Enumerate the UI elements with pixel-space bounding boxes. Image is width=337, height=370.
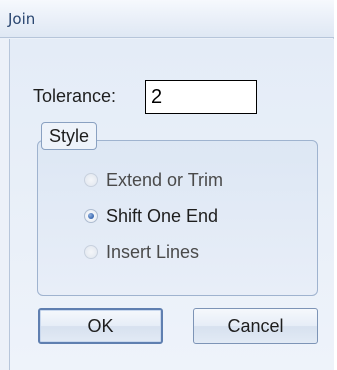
window-title: Join: [8, 10, 36, 28]
radio-label-insert-lines: Insert Lines: [106, 241, 200, 262]
cancel-button[interactable]: Cancel: [193, 308, 318, 344]
radio-label-shift-one-end: Shift One End: [106, 205, 219, 226]
tolerance-label: Tolerance:: [33, 86, 117, 106]
join-dialog: Join Tolerance: Style Extend or Trim Shi…: [0, 0, 334, 370]
radio-button-selected-icon[interactable]: [84, 209, 98, 223]
title-bar[interactable]: Join: [0, 0, 334, 38]
radio-label-extend-or-trim: Extend or Trim: [106, 169, 224, 190]
style-group-legend: Style: [41, 122, 98, 150]
radio-button-icon[interactable]: [84, 245, 98, 259]
ok-button[interactable]: OK: [38, 308, 163, 344]
radio-extend-or-trim[interactable]: Extend or Trim: [84, 168, 223, 192]
radio-shift-one-end[interactable]: Shift One End: [84, 204, 218, 228]
tolerance-input[interactable]: [145, 80, 257, 114]
radio-button-icon[interactable]: [84, 173, 98, 187]
radio-insert-lines[interactable]: Insert Lines: [84, 240, 199, 264]
